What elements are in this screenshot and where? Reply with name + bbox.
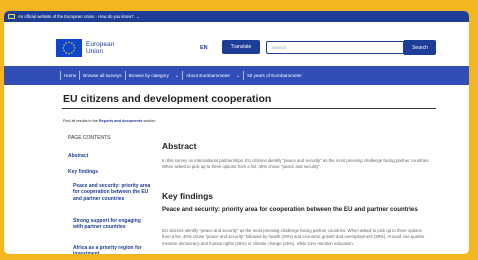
official-eu-banner[interactable]: An official website of the European Unio…: [4, 11, 469, 22]
translate-button[interactable]: Translate: [222, 40, 260, 54]
nav-label-browse-all-surveys: Browse all surveys: [83, 73, 122, 78]
toc-link-abstract[interactable]: Abstract: [68, 153, 88, 160]
find-all-prefix: Find all results in the: [63, 119, 98, 123]
key-findings-heading: Key findings: [162, 191, 214, 201]
search-button[interactable]: Search: [404, 40, 436, 55]
logo-line-2: Union: [86, 48, 103, 55]
chevron-down-icon: ⌄: [136, 14, 141, 19]
find-all-results: Find all results in the Reports and docu…: [63, 119, 155, 123]
toc-link-strong-support[interactable]: Strong support for engaging with partner…: [73, 218, 151, 231]
reports-documents-link[interactable]: Reports and documents: [99, 119, 142, 123]
toc-link-key-findings[interactable]: Key findings: [68, 169, 98, 176]
nav-item-about-eurobarometer[interactable]: About Eurobarometer ⌄: [182, 71, 243, 80]
nav-label-about-eurobarometer: About Eurobarometer: [186, 73, 231, 78]
abstract-heading: Abstract: [162, 141, 197, 151]
nav-label-home: Home: [64, 73, 77, 78]
toc-link-peace-security[interactable]: Peace and security: priority area for co…: [73, 183, 151, 202]
nav-item-50-years[interactable]: 50 years of Eurobarometer: [243, 71, 305, 80]
peace-security-heading: Peace and security: priority area for co…: [162, 206, 418, 213]
nav-label-50-years: 50 years of Eurobarometer: [247, 73, 302, 78]
nav-item-home[interactable]: Home: [60, 71, 79, 80]
find-all-suffix: section: [143, 119, 156, 123]
toc-heading: PAGE CONTENTS: [68, 135, 111, 141]
toc-link-africa[interactable]: Africa as a priority region for investme…: [73, 245, 151, 254]
official-eu-text: An official website of the European Unio…: [18, 14, 134, 19]
nav-item-browse-all-surveys[interactable]: Browse all surveys: [79, 71, 124, 80]
nav-label-browse-by-category: Browse by category: [128, 73, 169, 78]
eu-stars-icon: [56, 39, 82, 57]
key-findings-text: EU citizens identify "peace and security…: [162, 228, 425, 246]
page-title: EU citizens and development cooperation: [63, 93, 272, 105]
eu-flag-icon: [8, 14, 15, 19]
title-divider: [62, 108, 436, 109]
browser-screen: An official website of the European Unio…: [4, 11, 469, 254]
chevron-down-icon: ⌄: [174, 72, 180, 79]
search-input[interactable]: Search: [266, 41, 404, 54]
site-header: European Union EN Translate Search Searc…: [4, 22, 469, 66]
nav-item-browse-by-category[interactable]: Browse by category ⌄: [124, 71, 183, 80]
logo-line-1: European: [86, 40, 115, 48]
chevron-down-icon: ⌄: [236, 72, 241, 79]
language-selector[interactable]: EN: [200, 45, 208, 51]
eu-logo[interactable]: European Union: [56, 39, 114, 57]
logo-text: European Union: [86, 41, 114, 56]
main-navigation: Home Browse all surveys Browse by catego…: [4, 66, 469, 85]
abstract-text: In this survey on international partners…: [162, 158, 430, 170]
